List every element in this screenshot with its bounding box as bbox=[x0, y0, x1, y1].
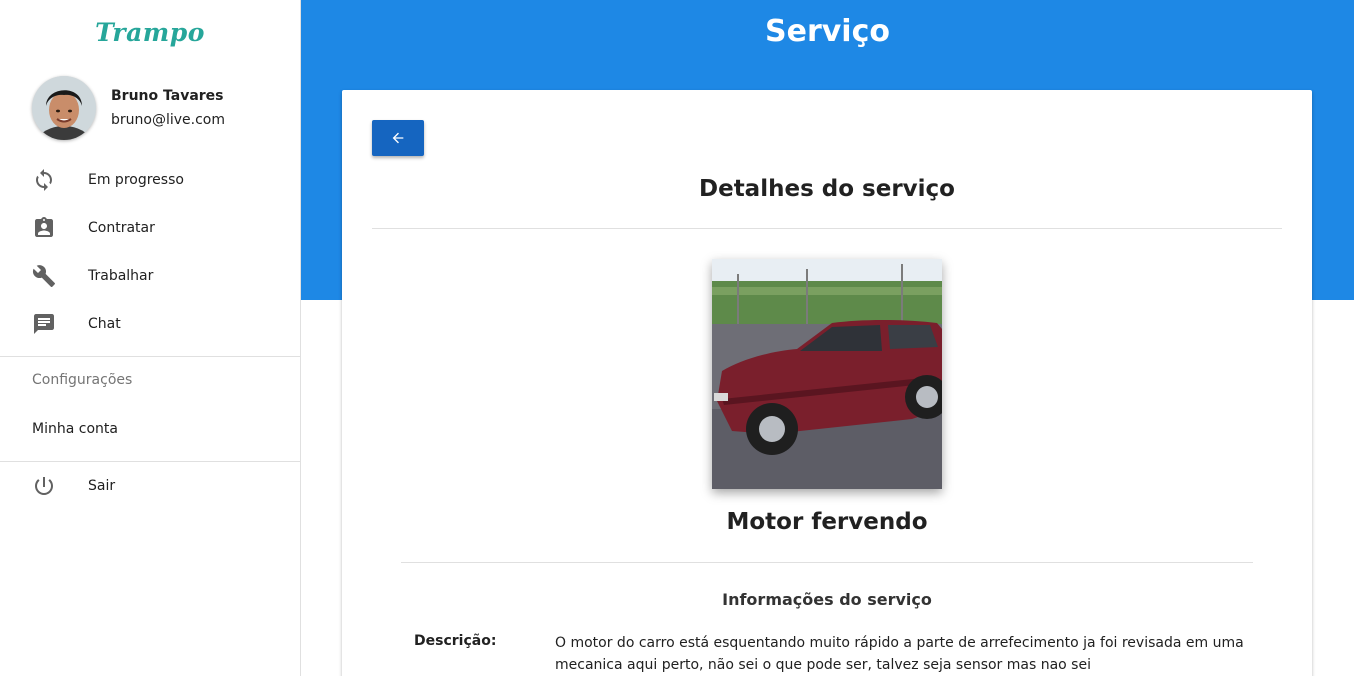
service-name: Motor fervendo bbox=[726, 509, 928, 535]
description-label: Descrição: bbox=[414, 633, 497, 649]
card-title: Detalhes do serviço bbox=[699, 176, 955, 202]
sync-icon bbox=[36, 169, 52, 191]
arrow-left-icon bbox=[392, 132, 404, 144]
user-profile: Bruno Tavares bruno@live.com bbox=[32, 76, 225, 140]
back-button[interactable] bbox=[372, 120, 424, 156]
user-email: bruno@live.com bbox=[111, 112, 225, 128]
service-photo[interactable] bbox=[712, 259, 942, 489]
settings-subheader: Configurações bbox=[32, 372, 133, 388]
chat-icon bbox=[34, 314, 54, 334]
section-title: Informações do serviço bbox=[722, 590, 932, 609]
sidebar-item-minha-conta[interactable]: Minha conta bbox=[0, 405, 300, 453]
power-icon bbox=[35, 477, 53, 495]
sidebar-item-label: Sair bbox=[88, 478, 116, 494]
page-title: Serviço bbox=[765, 14, 890, 49]
sidebar-item-em-progresso[interactable]: Em progresso bbox=[0, 156, 300, 204]
wrench-icon bbox=[32, 265, 55, 287]
sidebar-item-label: Em progresso bbox=[88, 172, 184, 188]
assignment-ind-icon bbox=[35, 217, 53, 237]
sidebar-item-label: Trabalhar bbox=[88, 268, 154, 284]
sidebar-item-trabalhar[interactable]: Trabalhar bbox=[0, 252, 300, 300]
description-text: O motor do carro está esquentando muito … bbox=[555, 635, 1244, 673]
card-divider bbox=[372, 228, 1282, 229]
avatar[interactable] bbox=[32, 76, 96, 140]
sidebar: Trampo Bruno Tavares bruno@live.com Em p… bbox=[0, 0, 301, 676]
sidebar-item-contratar[interactable]: Contratar bbox=[0, 204, 300, 252]
app-logo[interactable]: Trampo bbox=[0, 18, 300, 47]
sidebar-item-chat[interactable]: Chat bbox=[0, 300, 300, 348]
sidebar-item-label: Minha conta bbox=[32, 421, 118, 437]
sidebar-item-label: Chat bbox=[88, 316, 121, 332]
user-name: Bruno Tavares bbox=[111, 88, 224, 104]
card-divider bbox=[401, 562, 1253, 563]
service-details-card: Detalhes do serviço Motor fervendo Infor… bbox=[342, 90, 1312, 676]
sidebar-item-sair[interactable]: Sair bbox=[0, 462, 300, 510]
sidebar-item-label: Contratar bbox=[88, 220, 155, 236]
sidebar-divider bbox=[0, 356, 300, 357]
